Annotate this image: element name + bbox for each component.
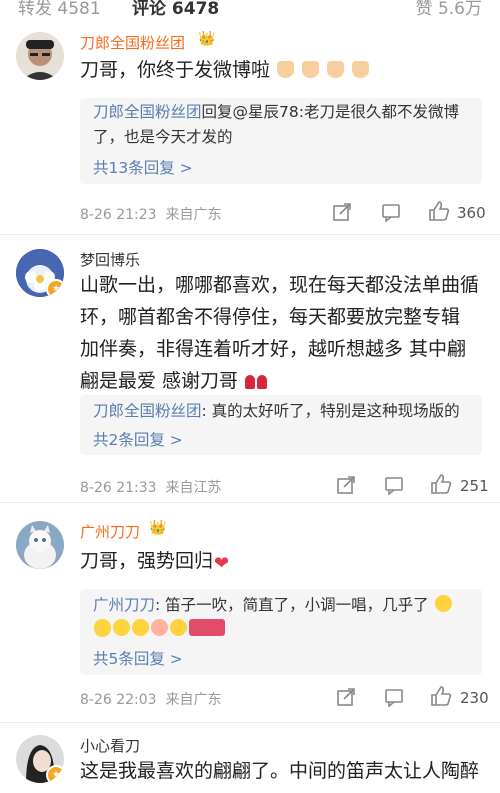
thumbs-up-emoji-icon [352,61,370,78]
reply-username[interactable]: 广州刀刀 [93,596,155,614]
tab-reposts[interactable]: 转发 4581 [18,0,101,16]
share-icon[interactable] [332,202,352,222]
like-count: 230 [460,689,489,707]
verified-badge-icon: ★ [46,279,64,297]
more-replies-link[interactable]: 共13条回复 > [93,156,193,178]
avatar[interactable]: ★ [16,735,64,783]
comment-time: 8-26 22:03 [80,692,157,708]
comment-text: 这是我最喜欢的翩翩了。中间的笛声太让人陶醉 [80,760,480,782]
comment-meta: 8-26 22:03 来自广东 [80,689,221,709]
more-replies-link[interactable]: 共5条回复 > [93,647,183,669]
thumbs-up-emoji-icon [327,61,345,78]
thumbs-up-icon[interactable] [428,200,450,222]
tab-comments[interactable]: 评论 6478 [132,0,219,16]
reply-emoji-row [93,617,470,642]
reply-preview[interactable]: 刀郎全国粉丝团回复@星辰78:老刀是很久都不发微博了，也是今天才发的 共13条回… [80,98,482,184]
comment-icon[interactable] [384,475,404,495]
avatar[interactable] [16,32,64,80]
face-emoji-icon [94,619,111,636]
reply-text: 刀郎全国粉丝团回复@星辰78:老刀是很久都不发微博了，也是今天才发的 [93,103,459,146]
blush-emoji-icon [151,619,168,636]
comment-location: 来自广东 [165,207,222,223]
comment-meta: 8-26 21:33 来自江苏 [80,477,221,497]
comment-time: 8-26 21:23 [80,207,157,223]
comment-item: 广州刀刀 👑 刀哥，强势回归❤ 广州刀刀: 笛子一吹，简直了，小调一唱，几乎了 … [0,503,500,721]
comment-icon[interactable] [381,202,401,222]
verified-badge-icon: ★ [46,765,64,783]
thumbs-up-icon[interactable] [430,685,452,707]
tab-likes[interactable]: 赞 5.6万 [416,0,482,16]
crown-icon: 👑 [198,31,216,47]
rose-emoji-icon [257,375,268,389]
face-emoji-icon [170,619,187,636]
comment-meta: 8-26 21:23 来自广东 [80,204,221,224]
comment-icon[interactable] [384,687,404,707]
avatar[interactable]: ★ [16,249,64,297]
avatar-image [16,32,64,80]
comment-username[interactable]: 梦回博乐 [80,249,140,270]
comment-text: 山歌一出，哪哪都喜欢，现在每天都没法单曲循 环，哪首都舍不得停住，每天都要放完整… [80,274,480,392]
comment-time: 8-26 21:33 [80,480,157,496]
avatar-image [16,521,64,569]
like-count: 360 [457,204,486,222]
crown-icon: 👑 [149,520,167,536]
reply-username[interactable]: 刀郎全国粉丝团 [93,402,202,420]
more-replies-link[interactable]: 共2条回复 > [93,428,183,450]
thumbs-up-icon[interactable] [430,473,452,495]
comment-username[interactable]: 广州刀刀 [80,521,140,542]
reply-text: 刀郎全国粉丝团: 真的太好听了，特别是这种现场版的 [93,402,460,420]
avatar[interactable] [16,521,64,569]
heart-emoji-icon: ❤ [214,553,230,574]
crying-emoji-icon [434,595,452,612]
comment-username[interactable]: 小心看刀 [80,735,140,756]
rose-emoji-icon [245,375,256,389]
comment-location: 来自江苏 [165,480,222,496]
reply-username[interactable]: 刀郎全国粉丝团 [93,103,202,121]
comment-tabs: 转发 4581 评论 6478 赞 5.6万 [0,0,500,16]
thumbs-up-emoji-icon [302,61,320,78]
share-icon[interactable] [336,687,356,707]
reply-preview[interactable]: 刀郎全国粉丝团: 真的太好听了，特别是这种现场版的 共2条回复 > [80,395,482,455]
comment-item: 刀郎全国粉丝团 👑 刀哥，你终于发微博啦 刀郎全国粉丝团回复@星辰78:老刀是很… [0,24,500,234]
face-emoji-icon [132,619,149,636]
comment-item: ★ 小心看刀 这是我最喜欢的翩翩了。中间的笛声太让人陶醉 [0,723,500,793]
sticker-emoji-icon [189,619,225,636]
comment-text: 刀哥，强势回归❤ [80,545,482,580]
face-emoji-icon [113,619,130,636]
thumbs-up-emoji-icon [277,61,295,78]
reply-preview[interactable]: 广州刀刀: 笛子一吹，简直了，小调一唱，几乎了 共5条回复 > [80,589,482,675]
comment-item: ★ 梦回博乐 山歌一出，哪哪都喜欢，现在每天都没法单曲循 环，哪首都舍不得停住，… [0,235,500,501]
comment-location: 来自广东 [165,692,222,708]
like-count: 251 [460,477,489,495]
comment-username[interactable]: 刀郎全国粉丝团 [80,32,185,53]
comment-text: 刀哥，你终于发微博啦 [80,54,482,86]
share-icon[interactable] [336,475,356,495]
